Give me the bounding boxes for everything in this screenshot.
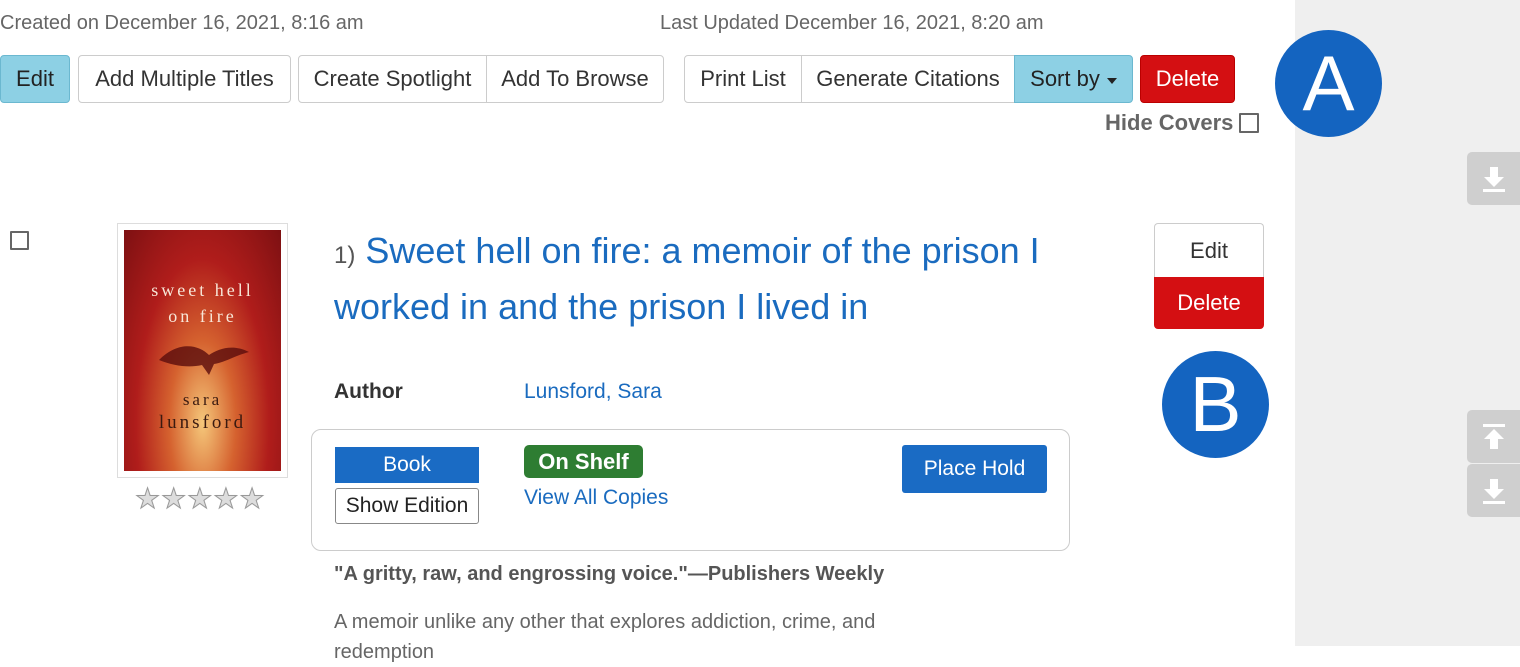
star-icon[interactable]: ★ <box>187 482 213 515</box>
cover-author-line1: sara <box>182 390 223 409</box>
review-quote: "A gritty, raw, and engrossing voice."—P… <box>334 563 885 585</box>
scroll-down-button[interactable] <box>1467 152 1520 205</box>
status-badge: On Shelf <box>524 445 643 478</box>
sort-by-label: Sort by <box>1030 66 1100 91</box>
item-description: A memoir unlike any other that explores … <box>334 611 876 663</box>
show-edition-button[interactable]: Show Edition <box>335 488 479 524</box>
add-multiple-titles-button[interactable]: Add Multiple Titles <box>78 55 291 103</box>
format-book-button[interactable]: Book <box>335 447 479 483</box>
cover-author-line2: lunsford <box>158 412 247 433</box>
book-cover[interactable]: sweet hell on fire sara lunsford <box>117 223 288 478</box>
star-icon[interactable]: ★ <box>239 482 265 515</box>
annotation-a: A <box>1275 30 1382 137</box>
hide-covers-toggle[interactable]: Hide Covers <box>1105 110 1260 136</box>
edit-list-button[interactable]: Edit <box>0 55 70 103</box>
star-icon[interactable]: ★ <box>161 482 187 515</box>
delete-list-button[interactable]: Delete <box>1140 55 1235 103</box>
author-link[interactable]: Lunsford, Sara <box>524 380 662 404</box>
author-label: Author <box>334 380 403 403</box>
item-title: 1) Sweet hell on fire: a memoir of the p… <box>334 225 1054 332</box>
annotation-b: B <box>1162 351 1269 458</box>
item-title-link[interactable]: Sweet hell on fire: a memoir of the pris… <box>334 230 1040 327</box>
upload-arrow-icon <box>1482 423 1505 449</box>
item-select-checkbox[interactable] <box>10 231 29 250</box>
item-number: 1) <box>334 242 356 269</box>
hide-covers-label: Hide Covers <box>1105 110 1234 135</box>
created-date: Created on December 16, 2021, 8:16 am <box>0 12 364 34</box>
hide-covers-checkbox[interactable] <box>1239 113 1260 133</box>
star-rating[interactable]: ★ ★ ★ ★ ★ <box>134 482 265 515</box>
view-all-copies-link[interactable]: View All Copies <box>524 486 668 510</box>
cover-title-line1: sweet hell <box>151 280 254 300</box>
cover-image: sweet hell on fire sara lunsford <box>124 230 281 471</box>
place-hold-button[interactable]: Place Hold <box>902 445 1047 493</box>
scroll-top-button[interactable] <box>1467 410 1520 463</box>
create-spotlight-button[interactable]: Create Spotlight <box>298 55 487 103</box>
scroll-bottom-button[interactable] <box>1467 464 1520 517</box>
cover-title-line2: on fire <box>168 306 237 326</box>
download-arrow-icon <box>1482 478 1505 504</box>
add-to-browse-button[interactable]: Add To Browse <box>486 55 664 103</box>
item-edit-button[interactable]: Edit <box>1154 223 1264 277</box>
star-icon[interactable]: ★ <box>213 482 239 515</box>
download-arrow-icon <box>1482 166 1505 192</box>
updated-date: Last Updated December 16, 2021, 8:20 am <box>660 12 1044 34</box>
print-list-button[interactable]: Print List <box>684 55 802 103</box>
crow-silhouette-icon <box>159 346 249 375</box>
generate-citations-button[interactable]: Generate Citations <box>801 55 1015 103</box>
item-delete-button[interactable]: Delete <box>1154 277 1264 329</box>
sort-by-dropdown[interactable]: Sort by <box>1014 55 1133 103</box>
star-icon[interactable]: ★ <box>134 482 160 515</box>
caret-down-icon <box>1106 77 1117 84</box>
